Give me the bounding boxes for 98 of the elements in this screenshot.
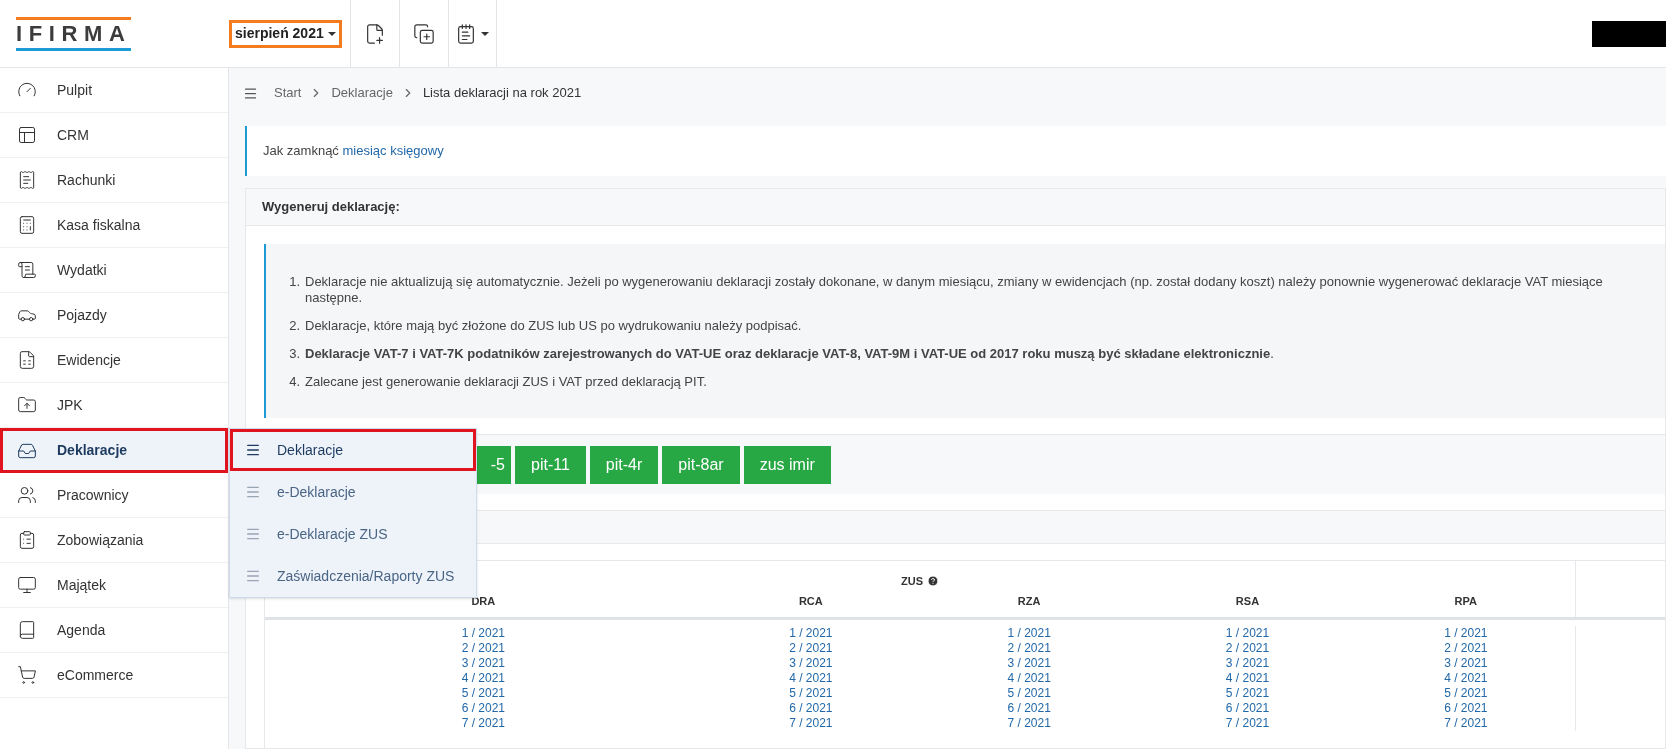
note-number: 4. <box>288 374 300 390</box>
period-link[interactable]: 3 / 2021 <box>461 656 505 671</box>
info-text: Jak zamknąć <box>263 142 340 161</box>
sidebar-item[interactable]: Wydatki <box>0 248 228 293</box>
period-link[interactable]: 6 / 2021 <box>1225 701 1270 716</box>
submenu-item[interactable]: Deklaracje <box>230 429 476 471</box>
period-link[interactable]: 1 / 2021 <box>461 626 505 641</box>
column-header: RPA <box>1454 593 1477 609</box>
note-number: 1. <box>288 274 300 291</box>
period-link[interactable]: 1 / 2021 <box>1225 626 1270 641</box>
column-header: RZA <box>1017 593 1041 609</box>
period-link[interactable]: 2 / 2021 <box>1007 641 1051 656</box>
declaration-button[interactable]: zus imir <box>743 445 831 484</box>
period-link[interactable]: 5 / 2021 <box>789 686 833 701</box>
help-icon[interactable] <box>927 575 939 588</box>
menu-icon <box>245 568 261 584</box>
period-link[interactable]: 6 / 2021 <box>1007 701 1051 716</box>
breadcrumb-item: Lista deklaracji na rok 2021 <box>422 84 582 103</box>
people-icon <box>17 485 37 505</box>
period-link[interactable]: 7 / 2021 <box>1007 716 1051 731</box>
column-header: RCA <box>798 593 823 609</box>
sidebar-item[interactable]: Zobowiązania <box>0 518 228 563</box>
period-link[interactable]: 7 / 2021 <box>1225 716 1270 731</box>
period-link[interactable]: 1 / 2021 <box>1444 626 1488 641</box>
submenu-item[interactable]: e-Deklaracje <box>230 471 476 513</box>
sidebar-item[interactable]: Deklaracje <box>0 428 228 473</box>
panel-title: Wygeneruj deklarację: <box>262 198 400 217</box>
declaration-button[interactable]: pit-8ar <box>662 445 740 484</box>
copy-add-icon <box>412 22 435 45</box>
breadcrumb-item[interactable]: Deklaracje <box>331 83 393 103</box>
notepad-menu-button[interactable] <box>447 0 497 67</box>
spreadsheet-icon <box>17 350 37 370</box>
note-text: Deklaracje, które mają być złożone do ZUS lub US po wydrukowaniu należy podpisać. <box>305 318 802 334</box>
period-link[interactable]: 3 / 2021 <box>789 656 833 671</box>
declaration-button[interactable]: pit-11 <box>515 445 586 484</box>
period-dropdown[interactable]: sierpień 2021 <box>229 19 342 48</box>
sidebar-item[interactable]: Majątek <box>0 563 228 608</box>
note-number: 2. <box>288 318 300 334</box>
period-link[interactable]: 5 / 2021 <box>1007 686 1051 701</box>
sidebar-item[interactable]: Rachunki <box>0 158 228 203</box>
folder-upload-icon <box>17 395 37 415</box>
period-link[interactable]: 2 / 2021 <box>1444 641 1488 656</box>
period-link[interactable]: 6 / 2021 <box>789 701 833 716</box>
submenu-item[interactable]: e-Deklaracje ZUS <box>230 513 476 555</box>
sidebar-item[interactable]: Pojazdy <box>0 293 228 338</box>
period-link[interactable]: 6 / 2021 <box>461 701 505 716</box>
period-link[interactable]: 5 / 2021 <box>461 686 505 701</box>
monitor-icon <box>17 575 37 595</box>
period-link[interactable]: 2 / 2021 <box>789 641 833 656</box>
period-link[interactable]: 2 / 2021 <box>461 641 505 656</box>
period-link[interactable]: 6 / 2021 <box>1444 701 1488 716</box>
book-icon <box>17 620 37 640</box>
cart-icon <box>17 665 37 685</box>
period-link[interactable]: 2 / 2021 <box>1225 641 1270 656</box>
receipt-icon <box>17 170 37 190</box>
period-link[interactable]: 4 / 2021 <box>1007 671 1051 686</box>
period-link[interactable]: 5 / 2021 <box>1444 686 1488 701</box>
declaration-button[interactable]: -5 <box>477 445 511 484</box>
period-link[interactable]: 7 / 2021 <box>789 716 833 731</box>
logo: IFIRMA <box>16 16 132 51</box>
period-link[interactable]: 4 / 2021 <box>1225 671 1270 686</box>
menu-icon <box>245 526 261 542</box>
clipboard-icon <box>17 530 37 550</box>
group-header: ZUS <box>901 574 923 589</box>
period-link[interactable]: 7 / 2021 <box>461 716 505 731</box>
menu-icon <box>245 442 261 458</box>
layout-icon <box>17 125 37 145</box>
caret-icon <box>481 31 490 36</box>
scroll-icon <box>17 260 37 280</box>
sidebar-item[interactable]: Pracownicy <box>0 473 228 518</box>
period-link[interactable]: 7 / 2021 <box>1444 716 1488 731</box>
declaration-button[interactable]: pit-4r <box>589 445 659 484</box>
menu-icon <box>245 484 261 500</box>
period-link[interactable]: 1 / 2021 <box>789 626 833 641</box>
sidebar-item[interactable]: CRM <box>0 113 228 158</box>
period-link[interactable]: 1 / 2021 <box>1007 626 1051 641</box>
period-link[interactable]: 3 / 2021 <box>1007 656 1051 671</box>
period-link[interactable]: 3 / 2021 <box>1444 656 1488 671</box>
note-number: 3. <box>288 346 300 362</box>
period-link[interactable]: 4 / 2021 <box>461 671 505 686</box>
menu-icon[interactable] <box>243 85 258 101</box>
period-link[interactable]: 4 / 2021 <box>789 671 833 686</box>
breadcrumb-item[interactable]: Start <box>274 83 302 103</box>
sidebar-item[interactable]: Ewidencje <box>0 338 228 383</box>
period-link[interactable]: 4 / 2021 <box>1444 671 1488 686</box>
note-text: Deklaracje VAT-7 i VAT-7K podatników zarejestrowanych do VAT-UE oraz deklaracje VAT-8, VAT-9M i VAT-UE od 2017 roku muszą być składane elektronicznie. <box>305 346 1274 362</box>
submenu-item[interactable]: Zaświadczenia/Raporty ZUS <box>230 555 476 597</box>
sidebar-item[interactable]: eCommerce <box>0 653 228 698</box>
period-link[interactable]: 5 / 2021 <box>1225 686 1270 701</box>
sidebar-item[interactable]: Agenda <box>0 608 228 653</box>
note-text: Zalecane jest generowanie deklaracji ZUS i VAT przed deklaracją PIT. <box>305 374 707 390</box>
info-link[interactable]: miesiąc księgowy <box>342 141 444 161</box>
sidebar-item[interactable]: Kasa fiskalna <box>0 203 228 248</box>
period-link[interactable]: 3 / 2021 <box>1225 656 1270 671</box>
note-text: Deklaracje nie aktualizują się automatycznie. Jeżeli po wygenerowaniu deklaracji zostały dokonane, w danym miesiącu, zmiany w ewidencjach (np. został dodany koszt) należy ponownie wygenerować deklaracje VAT miesiące następne. <box>305 274 1604 306</box>
caret-icon <box>327 31 336 36</box>
column-header: RSA <box>1235 593 1260 609</box>
sidebar-item[interactable]: Pulpit <box>0 68 228 113</box>
